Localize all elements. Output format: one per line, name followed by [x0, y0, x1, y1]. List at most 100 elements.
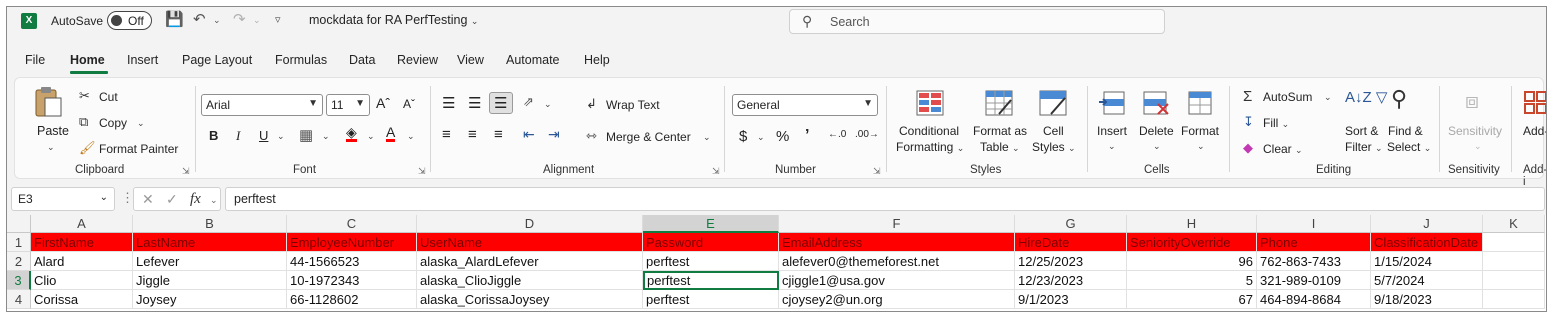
font-color-icon[interactable]: A [386, 125, 396, 142]
font-name-combo[interactable]: Arial ▼ [201, 94, 323, 116]
row-header-4[interactable]: 4 [7, 290, 31, 309]
undo-dropdown-icon[interactable]: ⌄ [213, 15, 221, 26]
comma-style-icon[interactable]: ’ [805, 127, 809, 145]
fill-color-icon[interactable]: ◈ [346, 125, 357, 142]
cell-d3[interactable]: alaska_ClioJiggle [417, 271, 643, 290]
conditional-formatting-label-1[interactable]: Conditional [899, 124, 959, 138]
cell-styles-label-2[interactable]: Styles ⌄ [1032, 140, 1076, 154]
cell-f3[interactable]: cjiggle1@usa.gov [779, 271, 1015, 290]
cell-a3[interactable]: Clio [31, 271, 133, 290]
fill-button[interactable]: Fill ⌄ [1263, 116, 1289, 130]
name-box[interactable]: E3 ⌄ [11, 187, 115, 211]
percent-icon[interactable]: % [776, 128, 789, 145]
underline-dropdown-icon[interactable]: ⌄ [277, 131, 285, 142]
format-as-table-label-2[interactable]: Table ⌄ [980, 140, 1020, 154]
paste-label[interactable]: Paste [37, 124, 69, 138]
cell-i4[interactable]: 464-894-8684 [1257, 290, 1371, 309]
align-bottom-button[interactable]: ☰ [489, 92, 513, 114]
autosum-dropdown-icon[interactable]: ⌄ [1324, 92, 1332, 103]
borders-icon[interactable]: ▦ [299, 126, 313, 144]
find-select-label-1[interactable]: Find & [1388, 124, 1423, 138]
cell-j2[interactable]: 1/15/2024 [1371, 252, 1483, 271]
header-cell-c1[interactable]: EmployeeNumber [287, 233, 417, 252]
tab-formulas[interactable]: Formulas [275, 53, 327, 67]
cell-f2[interactable]: alefever0@themeforest.net [779, 252, 1015, 271]
column-header-j[interactable]: J [1371, 215, 1483, 233]
row-header-3[interactable]: 3 [7, 271, 31, 290]
header-cell-d1[interactable]: UserName [417, 233, 643, 252]
header-cell-e1[interactable]: Password [643, 233, 779, 252]
tab-view[interactable]: View [457, 53, 484, 67]
cell-g2[interactable]: 12/25/2023 [1015, 252, 1127, 271]
add-ins-button[interactable]: Add-i [1523, 124, 1546, 138]
merge-center-button[interactable]: Merge & Center [606, 130, 691, 144]
sensitivity-dropdown-icon[interactable]: ⌄ [1474, 141, 1482, 152]
column-header-e[interactable]: E [643, 215, 779, 233]
fill-color-dropdown-icon[interactable]: ⌄ [367, 131, 375, 142]
delete-dropdown-icon[interactable]: ⌄ [1153, 141, 1161, 152]
bold-icon[interactable]: B [209, 128, 218, 143]
copy-dropdown-icon[interactable]: ⌄ [137, 118, 145, 129]
tab-data[interactable]: Data [349, 53, 375, 67]
header-cell-i1[interactable]: Phone [1257, 233, 1371, 252]
select-all-corner[interactable] [7, 215, 31, 233]
sort-filter-label-2[interactable]: Filter ⌄ [1345, 140, 1383, 154]
cell-c3[interactable]: 10-1972343 [287, 271, 417, 290]
increase-decimal-icon[interactable]: ←.0 [828, 129, 846, 140]
row-header-1[interactable]: 1 [7, 233, 31, 252]
borders-dropdown-icon[interactable]: ⌄ [322, 131, 330, 142]
insert-dropdown-icon[interactable]: ⌄ [1108, 141, 1116, 152]
header-cell-f1[interactable]: EmailAddress [779, 233, 1015, 252]
cell-e4[interactable]: perftest [643, 290, 779, 309]
insert-cells-label[interactable]: Insert [1097, 124, 1127, 138]
formula-input[interactable]: perftest [225, 187, 1545, 211]
tab-page-layout[interactable]: Page Layout [182, 53, 252, 67]
column-header-f[interactable]: F [779, 215, 1015, 233]
save-icon[interactable]: 💾 [165, 10, 184, 28]
cell-k2[interactable] [1483, 252, 1545, 271]
cell-b2[interactable]: Lefever [133, 252, 287, 271]
header-cell-a1[interactable]: FirstName [31, 233, 133, 252]
align-middle-icon[interactable]: ☰ [468, 94, 481, 112]
cell-g3[interactable]: 12/23/2023 [1015, 271, 1127, 290]
delete-cells-label[interactable]: Delete [1139, 124, 1174, 138]
tab-file[interactable]: File [25, 53, 45, 67]
cell-g4[interactable]: 9/1/2023 [1015, 290, 1127, 309]
redo-icon[interactable]: ↷ [233, 10, 246, 28]
font-color-dropdown-icon[interactable]: ⌄ [407, 131, 415, 142]
cell-a4[interactable]: Corissa [31, 290, 133, 309]
header-cell-k1[interactable] [1483, 233, 1545, 252]
cell-e3[interactable]: perftest [643, 271, 779, 290]
header-cell-h1[interactable]: SeniorityOverride [1127, 233, 1257, 252]
column-header-g[interactable]: G [1015, 215, 1127, 233]
increase-font-icon[interactable]: Aˆ [376, 95, 390, 111]
cell-b3[interactable]: Jiggle [133, 271, 287, 290]
alignment-launcher-icon[interactable]: ⇲ [712, 166, 720, 177]
cell-styles-label-1[interactable]: Cell [1043, 124, 1064, 138]
cell-h2[interactable]: 96 [1127, 252, 1257, 271]
tab-review[interactable]: Review [397, 53, 438, 67]
cell-f4[interactable]: cjoysey2@un.org [779, 290, 1015, 309]
customize-toolbar-icon[interactable]: ▿ [275, 13, 281, 26]
currency-dropdown-icon[interactable]: ⌄ [757, 132, 765, 143]
clipboard-launcher-icon[interactable]: ⇲ [182, 166, 190, 177]
decrease-decimal-icon[interactable]: .00→ [855, 129, 879, 140]
orientation-icon[interactable]: ⇗ [523, 94, 534, 110]
insert-function-button[interactable]: fx [190, 191, 201, 208]
autosave-toggle[interactable]: Off [107, 11, 152, 30]
cell-h3[interactable]: 5 [1127, 271, 1257, 290]
cancel-icon[interactable]: ✕ [142, 191, 154, 208]
cell-j3[interactable]: 5/7/2024 [1371, 271, 1483, 290]
decrease-indent-icon[interactable]: ⇤ [523, 126, 535, 143]
italic-icon[interactable]: I [236, 128, 240, 144]
merge-dropdown-icon[interactable]: ⌄ [703, 132, 711, 143]
format-cells-label[interactable]: Format [1181, 124, 1219, 138]
column-header-c[interactable]: C [287, 215, 417, 233]
cell-i3[interactable]: 321-989-0109 [1257, 271, 1371, 290]
cell-d2[interactable]: alaska_AlardLefever [417, 252, 643, 271]
column-header-h[interactable]: H [1127, 215, 1257, 233]
header-cell-g1[interactable]: HireDate [1015, 233, 1127, 252]
column-header-d[interactable]: D [417, 215, 643, 233]
cut-button[interactable]: Cut [99, 90, 118, 104]
cell-i2[interactable]: 762-863-7433 [1257, 252, 1371, 271]
